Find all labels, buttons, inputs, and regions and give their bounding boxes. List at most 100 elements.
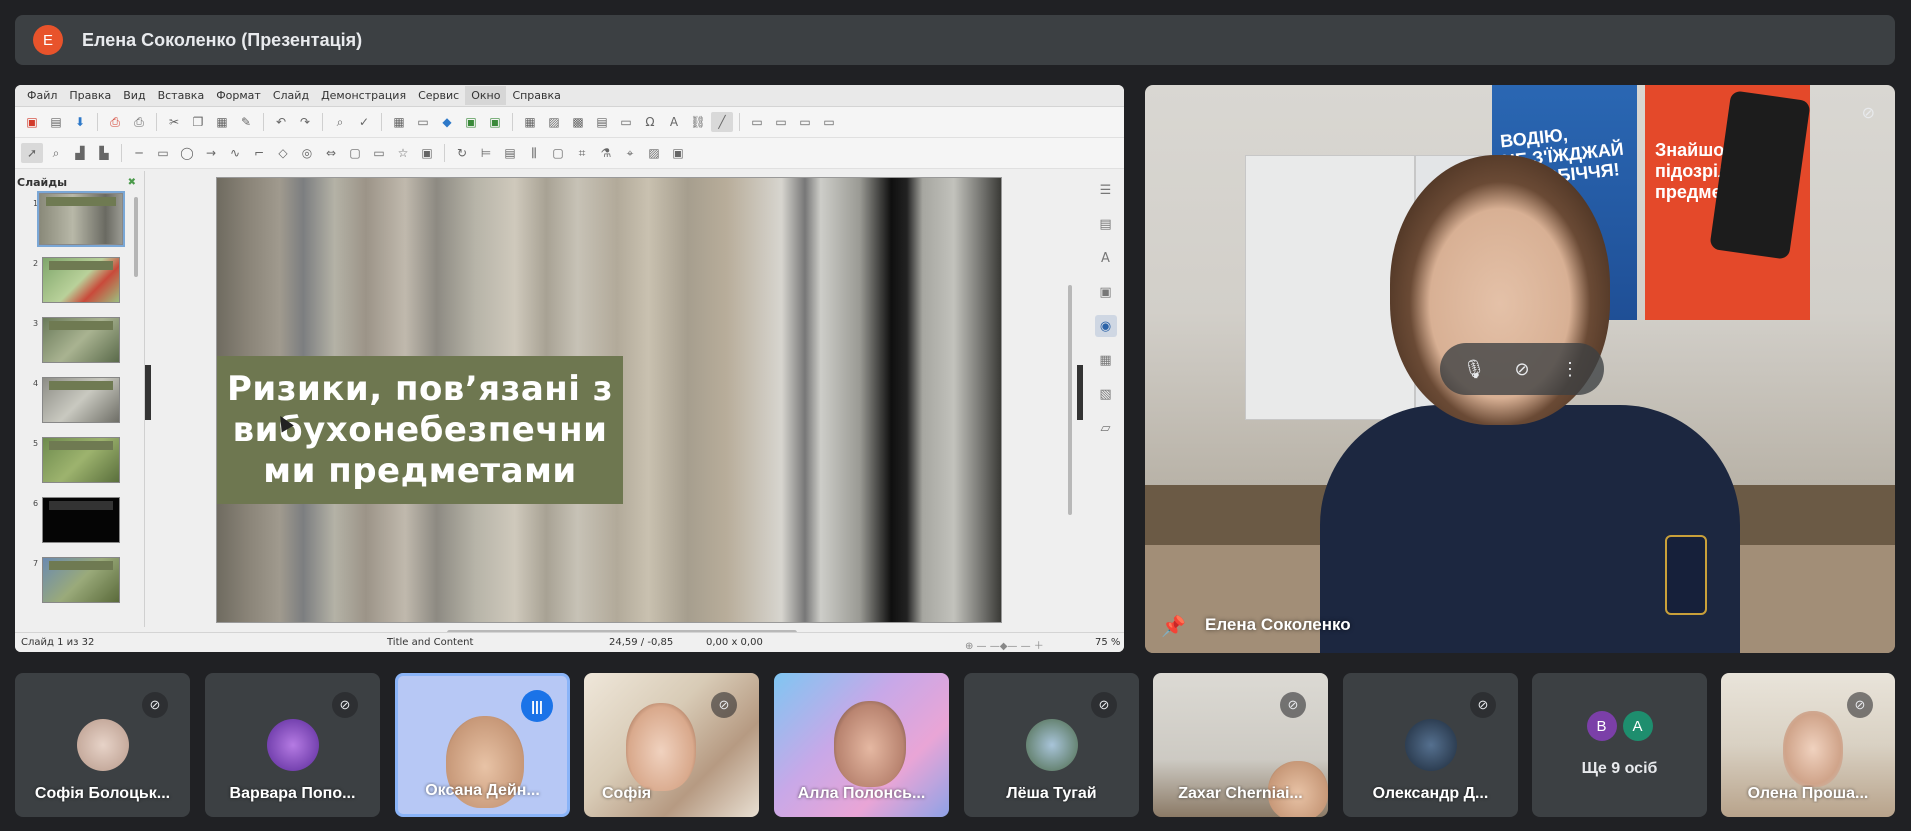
new-doc-icon[interactable]: ▣ [21, 112, 43, 132]
line-icon[interactable]: ╱ [711, 112, 733, 132]
slide-thumbnail[interactable]: 5 [15, 433, 144, 493]
mic-off-icon[interactable]: ⊘ [1507, 359, 1537, 380]
menu-insert[interactable]: Вставка [152, 86, 211, 105]
star-icon[interactable]: ☆ [392, 143, 414, 163]
participant-tile[interactable]: ⊘ Лёша Тугай [964, 673, 1139, 817]
slide-title-box[interactable]: Ризики, пов’язані з вибухонебезпечни ми … [217, 356, 623, 504]
3d-object-icon[interactable]: ▣ [416, 143, 438, 163]
participant-tile[interactable]: ||| Оксана Дейн... [395, 673, 570, 817]
fill-color-icon[interactable]: ▟ [69, 143, 91, 163]
callout-icon[interactable]: ▭ [818, 112, 840, 132]
menu-file[interactable]: Файл [21, 86, 63, 105]
double-arrow-icon[interactable]: ⇔ [320, 143, 342, 163]
textbox-icon[interactable]: ▭ [615, 112, 637, 132]
participant-tile[interactable]: ⊘ Олександр Д... [1343, 673, 1518, 817]
table-icon[interactable]: ▦ [519, 112, 541, 132]
hyperlink-icon[interactable]: ⛓ [687, 112, 709, 132]
master-slide-icon[interactable]: ◆ [436, 112, 458, 132]
rectangle-icon[interactable]: ▭ [152, 143, 174, 163]
slide-thumbnail[interactable]: 2 [15, 253, 144, 313]
line-color-icon[interactable]: ▙ [93, 143, 115, 163]
paste-icon[interactable]: ▦ [211, 112, 233, 132]
fontwork-icon[interactable]: A [663, 112, 685, 132]
participant-tile[interactable]: ⊘ Олена Проша... [1721, 673, 1895, 817]
ellipse-icon[interactable]: ◯ [176, 143, 198, 163]
menu-tools[interactable]: Сервис [412, 86, 465, 105]
menu-help[interactable]: Справка [506, 86, 566, 105]
properties-icon[interactable]: ▤ [1095, 213, 1117, 235]
copy-icon[interactable]: ❐ [187, 112, 209, 132]
menu-window[interactable]: Окно [465, 86, 507, 105]
media-icon[interactable]: ▩ [567, 112, 589, 132]
menu-view[interactable]: Вид [117, 86, 151, 105]
menu-slide[interactable]: Слайд [267, 86, 315, 105]
rotate-icon[interactable]: ↻ [451, 143, 473, 163]
curve-icon[interactable]: ∿ [224, 143, 246, 163]
close-pane-icon[interactable]: ✖ [128, 177, 136, 188]
clone-icon[interactable]: ✎ [235, 112, 257, 132]
more-participants-tile[interactable]: В А Ще 9 осіб [1532, 673, 1707, 817]
slide-thumbnail[interactable]: 4 [15, 373, 144, 433]
slide-thumbnail[interactable]: 1 [15, 191, 144, 253]
points-icon[interactable]: ⌖ [619, 143, 641, 163]
select-icon[interactable]: ➚ [21, 143, 43, 163]
participant-tile[interactable]: ⊘ Zaxar Cherniai... [1153, 673, 1328, 817]
participant-tile[interactable]: ⊘ Варвара Попо... [205, 673, 380, 817]
participant-tile[interactable]: ⊘ Софія Болоцьк... [15, 673, 190, 817]
export-pdf-icon[interactable]: ⎙ [104, 112, 126, 132]
pin-icon[interactable]: 📌 [1161, 614, 1186, 639]
zoom-icon[interactable]: ⌕ [45, 143, 67, 163]
slide-canvas[interactable]: Ризики, пов’язані з вибухонебезпечни ми … [216, 177, 1002, 623]
redo-icon[interactable]: ↷ [294, 112, 316, 132]
find-icon[interactable]: ⌕ [329, 112, 351, 132]
collapse-slides-pane-handle[interactable] [145, 365, 151, 420]
shared-screen[interactable]: Файл Правка Вид Вставка Формат Слайд Дем… [15, 85, 1124, 652]
shadow-icon[interactable]: ▢ [547, 143, 569, 163]
show-comments-icon[interactable]: ▭ [770, 112, 792, 132]
zoom-level[interactable]: 75 % [1095, 637, 1120, 648]
image-icon[interactable]: ▨ [543, 112, 565, 132]
special-char-icon[interactable]: Ω [639, 112, 661, 132]
filter-icon[interactable]: ⚗ [595, 143, 617, 163]
toggle-extrusion-icon[interactable]: ▣ [667, 143, 689, 163]
display-views-icon[interactable]: ▭ [412, 112, 434, 132]
arrange-icon[interactable]: ▤ [499, 143, 521, 163]
participant-tile[interactable]: Алла Полонсь... [774, 673, 949, 817]
participant-tile[interactable]: ⊘ Софія [584, 673, 759, 817]
align-icon[interactable]: ⊨ [475, 143, 497, 163]
smiley-icon[interactable]: ◎ [296, 143, 318, 163]
undo-icon[interactable]: ↶ [270, 112, 292, 132]
connector-icon[interactable]: ⌐ [248, 143, 270, 163]
glue-icon[interactable]: ▨ [643, 143, 665, 163]
menu-format[interactable]: Формат [210, 86, 267, 105]
menu-icon[interactable]: ☰ [1095, 179, 1117, 201]
distribute-icon[interactable]: ⫼ [523, 143, 545, 163]
presenter-video-tile[interactable]: ВОДІЮ, НЕ З'ЇЖДЖАЙ НА УЗБІЧЧЯ! Знайшов п… [1145, 85, 1895, 653]
navigator-icon[interactable]: ◉ [1094, 315, 1117, 337]
spelling-icon[interactable]: ✓ [353, 112, 375, 132]
delete-comments-icon[interactable]: ▭ [794, 112, 816, 132]
cut-icon[interactable]: ✂ [163, 112, 185, 132]
comment-icon[interactable]: ▭ [746, 112, 768, 132]
start-current-icon[interactable]: ▣ [484, 112, 506, 132]
chart-icon[interactable]: ▤ [591, 112, 613, 132]
save-icon[interactable]: ⬇ [69, 112, 91, 132]
menu-edit[interactable]: Правка [63, 86, 117, 105]
slide-thumbnail[interactable]: 7 [15, 553, 144, 613]
arrow-icon[interactable]: → [200, 143, 222, 163]
diamond-icon[interactable]: ◇ [272, 143, 294, 163]
transition-icon[interactable]: ▱ [1095, 417, 1117, 439]
slide-thumbnail[interactable]: 3 [15, 313, 144, 373]
grid-icon[interactable]: ▦ [388, 112, 410, 132]
canvas-vertical-scrollbar[interactable] [1068, 285, 1072, 515]
draw-line-icon[interactable]: ─ [128, 143, 150, 163]
slide-thumbnail[interactable]: 6 [15, 493, 144, 553]
menu-slideshow[interactable]: Демонстрация [315, 86, 412, 105]
master-slides-icon[interactable]: ▦ [1095, 349, 1117, 371]
animation-icon[interactable]: ▧ [1095, 383, 1117, 405]
flowchart-icon[interactable]: ▢ [344, 143, 366, 163]
print-icon[interactable]: ⎙ [128, 112, 150, 132]
callout-shape-icon[interactable]: ▭ [368, 143, 390, 163]
more-vert-icon[interactable]: ⋮ [1555, 359, 1585, 380]
mute-participant-icon[interactable]: 🎙 [1459, 359, 1489, 380]
